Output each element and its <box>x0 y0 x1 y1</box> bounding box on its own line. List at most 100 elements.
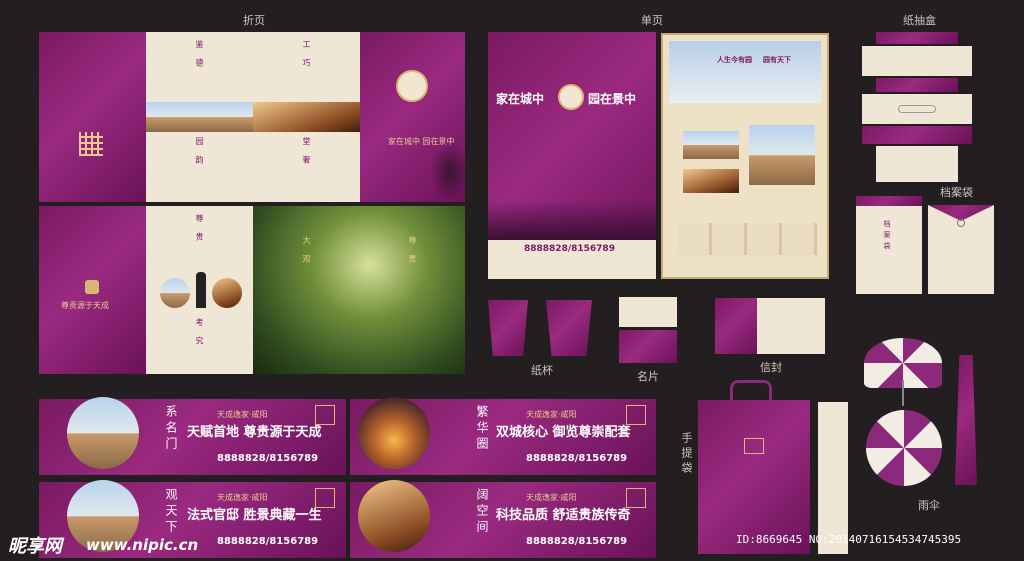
label-shopping-bag: 手提袋 <box>680 432 693 477</box>
tissue-box-top <box>862 46 972 76</box>
tissue-box-side <box>862 126 972 144</box>
watermark-url: www.nipic.cn <box>86 536 199 554</box>
brochure-crest-icon <box>85 280 99 294</box>
flyer: 家在城中 园在景中 8888828/8156789 <box>488 32 656 279</box>
banner-logo-box <box>626 405 646 425</box>
brochure-section-title: 尊 贵 <box>195 214 204 245</box>
label-brochure: 折页 <box>243 14 265 27</box>
banner-circle-photo <box>67 397 139 469</box>
paper-cup <box>546 300 592 356</box>
banner-vertical-title: 系名门 <box>164 405 178 453</box>
brochure-section-title: 考 究 <box>195 318 204 349</box>
banner-title: 双城核心 御览尊崇配套 <box>496 425 631 440</box>
banner-brand: 天成逸家·咸阳 <box>217 493 268 502</box>
brochure-forest-title: 大 观 <box>302 236 311 267</box>
brochure-section-title: 堂 奢 <box>302 137 311 168</box>
flyer-footer: 8888828/8156789 <box>488 240 656 279</box>
brochure-forest-title: 尊 贵 <box>408 236 417 267</box>
paper-cup <box>488 300 528 356</box>
label-folder: 档案袋 <box>940 186 973 199</box>
shopping-bag <box>698 400 810 554</box>
flyer-phone: 8888828/8156789 <box>524 244 615 254</box>
banner-vertical-title: 阔空间 <box>475 488 489 536</box>
folder-back <box>928 205 994 294</box>
brochure-tree-silhouette <box>430 142 470 202</box>
shopping-bag-side <box>818 402 848 554</box>
banner-phone: 8888828/8156789 <box>526 536 628 547</box>
banner-circle-photo <box>358 480 430 552</box>
tissue-box-slot <box>898 105 936 113</box>
business-card-front <box>619 297 677 327</box>
banner-vertical-title: 观天下 <box>164 488 178 536</box>
banner-logo-box <box>315 488 335 508</box>
label-umbrella: 雨伞 <box>918 499 940 512</box>
banner-title: 科技品质 舒适贵族传奇 <box>496 508 631 523</box>
label-single-page: 单页 <box>641 14 663 27</box>
flyer-logo-circle <box>558 84 584 110</box>
brochure-spread-top: 鉴 德 园 韵 工 巧 堂 奢 家在城中 园在景中 <box>39 32 470 202</box>
watermark-logo: 昵享网 <box>8 536 62 557</box>
tissue-box-bottom <box>876 146 958 182</box>
single-page-layout: 人生今有园 园有天下 <box>661 33 829 279</box>
brochure-section-title: 园 韵 <box>195 137 204 168</box>
brochure-panel-back: 尊贵源于天成 <box>39 206 146 374</box>
envelope-front <box>757 298 825 354</box>
flyer-silhouette <box>488 200 656 240</box>
banner-brand: 天成逸家·咸阳 <box>526 493 577 502</box>
banner-brand: 天成逸家·咸阳 <box>526 410 577 419</box>
envelope-back <box>715 298 757 354</box>
label-paper-cup: 纸杯 <box>531 364 553 377</box>
banner-brand: 天成逸家·咸阳 <box>217 410 268 419</box>
brochure-forest-panorama: 大 观 尊 贵 <box>253 206 465 374</box>
single-page-title-right: 园有天下 <box>763 56 791 64</box>
brochure-person-figure <box>196 272 206 308</box>
label-business-card: 名片 <box>637 370 659 383</box>
single-page-photo <box>683 131 739 159</box>
brochure-panel-inner-1: 鉴 德 园 韵 <box>146 32 253 202</box>
brochure-grid-logo <box>79 132 103 156</box>
banner-phone: 8888828/8156789 <box>217 536 319 547</box>
umbrella-folded <box>955 355 977 485</box>
banner-logo-box <box>315 405 335 425</box>
single-page-floorplans <box>677 223 817 255</box>
single-page-photo <box>683 169 739 193</box>
banner-1: 系名门 天成逸家·咸阳 天赋首地 尊贵源于天成 8888828/8156789 <box>39 397 346 475</box>
brochure-photo <box>146 102 253 132</box>
single-page-photo <box>749 125 815 185</box>
banner-2: 繁华圈 天成逸家·咸阳 双城核心 御览尊崇配套 8888828/8156789 <box>350 397 656 475</box>
banner-circle-photo <box>358 397 430 469</box>
umbrella-handle <box>902 380 904 406</box>
bag-handle <box>730 380 772 402</box>
brochure-circle-photo <box>212 278 242 308</box>
banner-title: 法式官邸 胜景典藏一生 <box>187 508 322 523</box>
folder-front: 档案袋 <box>856 196 922 294</box>
brochure-spread-bottom: 尊贵源于天成 尊 贵 考 究 大 观 尊 贵 <box>39 206 465 374</box>
flyer-headline-left: 家在城中 <box>496 92 545 106</box>
umbrella-open-top <box>866 410 942 486</box>
tissue-box-flap <box>876 32 958 44</box>
banner-title: 天赋首地 尊贵源于天成 <box>187 425 322 440</box>
brochure-panel-inner-3: 尊 贵 考 究 <box>146 206 253 374</box>
banner-vertical-title: 繁华圈 <box>475 405 489 453</box>
tissue-box-face <box>862 94 972 124</box>
brochure-section-title: 工 巧 <box>302 40 311 71</box>
brochure-panel-inner-2: 工 巧 堂 奢 <box>253 32 360 202</box>
label-envelope: 信封 <box>760 361 782 374</box>
folder-button <box>957 219 965 227</box>
brochure-section-title: 鉴 德 <box>195 40 204 71</box>
brochure-logo-circle <box>396 70 428 102</box>
banner-logo-box <box>626 488 646 508</box>
single-page-hero: 人生今有园 园有天下 <box>669 41 821 103</box>
single-page-title-left: 人生今有园 <box>717 56 752 64</box>
banner-phone: 8888828/8156789 <box>526 453 628 464</box>
business-card-back <box>619 330 677 363</box>
flyer-headline-right: 园在景中 <box>588 92 637 106</box>
tissue-box-dieline <box>862 32 972 182</box>
brochure-circle-photo <box>160 278 190 308</box>
banner-4: 阔空间 天成逸家·咸阳 科技品质 舒适贵族传奇 8888828/8156789 <box>350 480 656 558</box>
tissue-box-side <box>876 78 958 92</box>
folder-title: 档案袋 <box>883 220 891 253</box>
bag-logo <box>744 438 764 454</box>
watermark-id: ID:8669645 NO:20140716154534745395 <box>736 533 962 546</box>
brochure-tagline: 尊贵源于天成 <box>61 301 109 310</box>
